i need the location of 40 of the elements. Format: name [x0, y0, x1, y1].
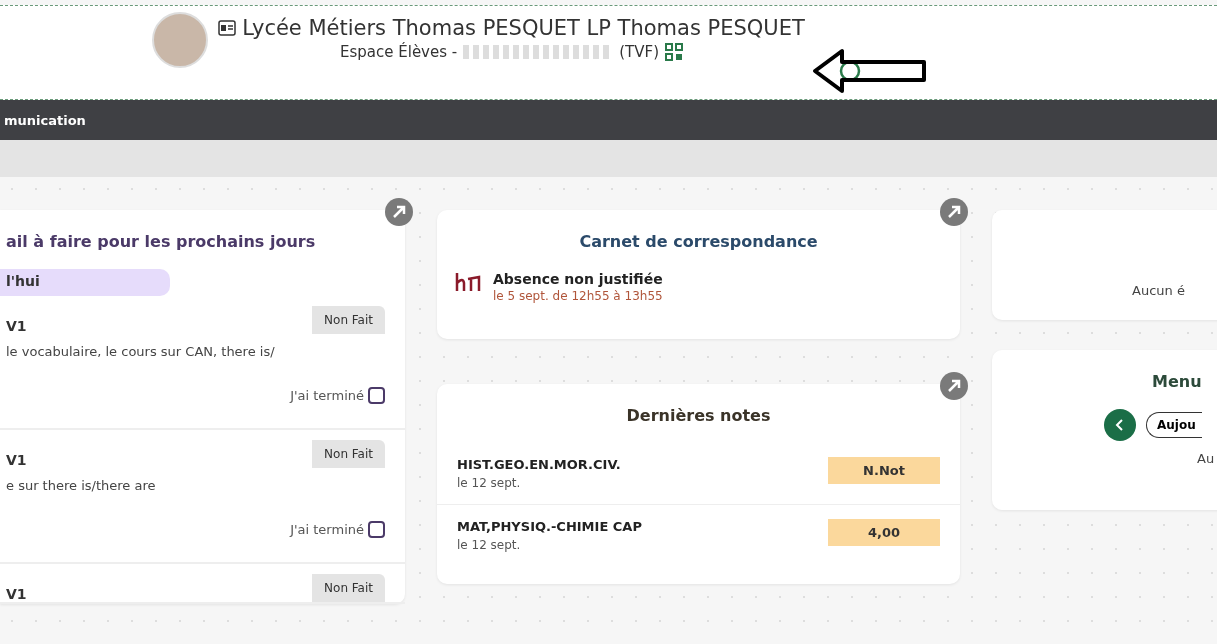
id-card-icon	[218, 20, 237, 36]
status-tag: Non Fait	[312, 440, 385, 468]
grade-value: N.Not	[828, 457, 940, 484]
expand-icon[interactable]	[385, 198, 413, 226]
class-label: (TVF)	[619, 43, 659, 61]
done-checkbox[interactable]	[368, 521, 385, 538]
grade-value: 4,00	[828, 519, 940, 546]
qr-code-icon[interactable]	[665, 43, 683, 61]
school-name: Lycée Métiers Thomas PESQUET LP Thomas PESQUET	[242, 16, 805, 40]
empty-message: Au	[1196, 451, 1216, 466]
subject-label: V1	[6, 586, 27, 602]
done-checkbox[interactable]	[368, 387, 385, 404]
expand-icon[interactable]	[940, 372, 968, 400]
previous-button[interactable]	[1104, 409, 1136, 441]
absence-icon	[455, 271, 481, 293]
absence-time: le 5 sept. de 12h55 à 13h55	[493, 289, 663, 303]
status-tag: Non Fait	[312, 574, 385, 602]
grade-subject: MAT,PHYSIQ.-CHIMIE CAP	[457, 519, 642, 534]
grade-subject: HIST.GEO.EN.MOR.CIV.	[457, 457, 621, 472]
today-button[interactable]: Aujou	[1146, 412, 1202, 438]
space-label: Espace Élèves -	[340, 43, 458, 61]
absence-label: Absence non justifiée	[493, 271, 663, 287]
chevron-left-icon	[1115, 419, 1125, 431]
card-title: Carnet de correspondance	[578, 231, 819, 251]
grade-date: le 12 sept.	[457, 476, 522, 490]
card-title: Menu	[1151, 371, 1203, 391]
subject-label: V1	[6, 318, 27, 334]
nav-link[interactable]: munication	[4, 112, 86, 128]
done-label: J'ai terminé	[290, 388, 364, 403]
subject-label: V1	[6, 452, 27, 468]
homework-text: le vocabulaire, le cours sur CAN, there is/	[6, 344, 276, 359]
status-tag: Non Fait	[312, 306, 385, 334]
day-label: l'hui	[0, 269, 170, 296]
empty-message: Aucun é	[1131, 283, 1186, 298]
expand-icon[interactable]	[940, 198, 968, 226]
grade-date: le 12 sept.	[457, 538, 522, 552]
done-label: J'ai terminé	[290, 522, 364, 537]
homework-text: e sur there is/there are	[6, 478, 157, 493]
card-title: Dernières notes	[625, 405, 772, 425]
card-title: ail à faire pour les prochains jours	[5, 231, 317, 251]
